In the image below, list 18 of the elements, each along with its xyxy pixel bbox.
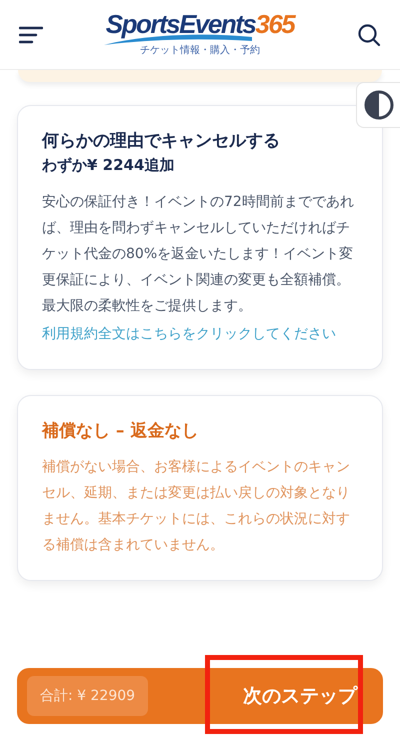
contrast-toggle[interactable]: [356, 82, 400, 128]
terms-link[interactable]: 利用規約全文はこちらをクリックしてください: [42, 320, 360, 347]
search-button[interactable]: [356, 22, 382, 48]
search-icon: [357, 22, 381, 46]
option-description: 安心の保証付き！イベントの72時間前までであれば、理由を問わずキャンセルしていただければチケット代金の80%を返金いたします！イベント変更保証により、イベント関連の変更も全額補償。最大限の柔軟性をご提供します。: [42, 192, 355, 316]
option-title: 何らかの理由でキャンセルする: [42, 130, 281, 153]
option-title: 補償なし – 返金なし: [42, 420, 200, 443]
option-description: 補償がない場合、お客様によるイベントのキャンセル、延期、または変更は払い戻しの対象となりません。基本チケットには、これらの状況に対する補償は含まれていません。: [42, 458, 351, 555]
logo[interactable]: SportsEvents365 チケット情報・購入・予約: [106, 10, 294, 58]
contrast-icon: [364, 90, 394, 120]
logo-tagline: チケット情報・購入・予約: [140, 44, 260, 56]
option-price: わずか¥ 2244追加: [42, 156, 176, 175]
option-card[interactable]: 何らかの理由でキャンセルする わずか¥ 2244追加 安心の保証付き！イベントの72時間前までであれば、理由を問わずキャンセルしていただければチケット代金の80%を返金いたします！イベント変更保証により、イベント関連の変更も全額補償。最大限の柔軟性をご提供します。 利用規約全文はこちらをクリックしてください: [17, 105, 383, 370]
option-card[interactable]: 補償なし – 返金なし 補償がない場合、お客様によるイベントのキャンセル、延期、または変更は払い戻しの対象となりません。基本チケットには、これらの状況に対する補償は含まれていません。: [17, 394, 383, 581]
logo-wordmark: SportsEvents365: [106, 10, 294, 36]
total-amount: 合計: ¥ 22909: [27, 676, 148, 716]
next-step-button[interactable]: 次のステップ: [239, 675, 361, 717]
menu-icon: [19, 26, 43, 44]
